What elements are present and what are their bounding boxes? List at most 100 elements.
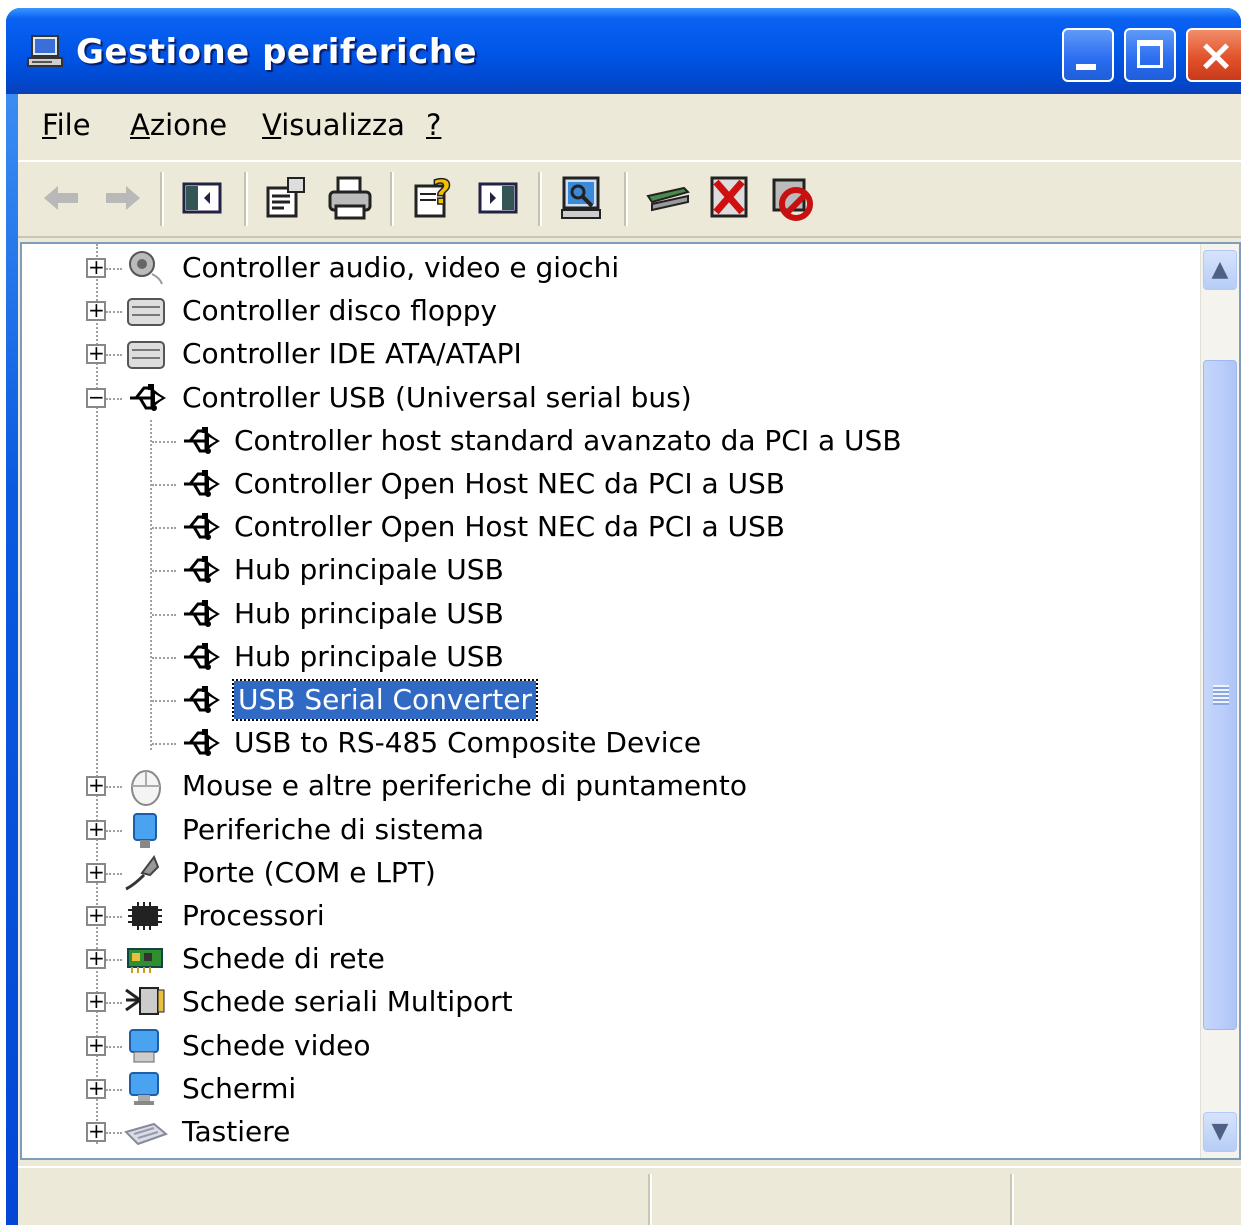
tree-item-label: Schede di rete [182, 942, 385, 976]
tree-item[interactable]: + Schede di rete [22, 939, 1199, 979]
tree-item[interactable]: + Schede video [22, 1026, 1199, 1066]
expand-icon[interactable]: + [86, 948, 106, 970]
processor-icon [128, 902, 162, 930]
usb-icon [184, 642, 220, 670]
tree-connector [152, 570, 176, 573]
back-icon[interactable] [38, 174, 86, 222]
expand-icon[interactable]: + [86, 1035, 106, 1056]
expand-icon[interactable]: + [86, 991, 106, 1013]
system-device-icon [133, 812, 157, 848]
tree-item-label: Controller host standard avanzato da PCI… [234, 423, 902, 457]
tree-item[interactable]: Hub principale USB [22, 637, 1199, 677]
network-card-icon [127, 948, 163, 974]
tree-item[interactable]: Hub principale USB [22, 550, 1199, 590]
tree-connector [152, 656, 176, 659]
menu-help[interactable]: ? [426, 108, 441, 142]
expand-icon[interactable]: + [86, 1078, 106, 1099]
expand-icon[interactable]: + [86, 343, 106, 365]
tree-item[interactable]: + Controller audio, video e giochi [22, 248, 1199, 288]
toolbar-separator [538, 172, 542, 226]
tree-item-label: Hub principale USB [234, 596, 504, 630]
usb-icon [184, 599, 220, 627]
maximize-button[interactable] [1124, 28, 1176, 82]
tree-connector [106, 354, 122, 357]
collapse-icon[interactable]: − [86, 387, 106, 408]
client-area: File Azione Visualizza ? ? + Controller … [18, 94, 1241, 1225]
svg-text:?: ? [432, 174, 452, 213]
tree-item-label: Hub principale USB [234, 639, 504, 673]
tree-item[interactable]: + Tastiere [22, 1112, 1199, 1152]
tree-connector [152, 440, 176, 443]
usb-icon [184, 686, 220, 713]
tree-connector [152, 613, 176, 616]
tree-item[interactable]: Hub principale USB [22, 594, 1199, 634]
close-button[interactable]: × [1186, 28, 1241, 82]
tree-item[interactable]: + Schede seriali Multiport [22, 982, 1199, 1022]
keyboard-icon [124, 1122, 168, 1146]
menu-azione[interactable]: Azione [130, 108, 227, 142]
title-bar[interactable]: Gestione periferiche × [6, 8, 1241, 94]
tree-item[interactable]: − Controller USB (Universal serial bus) [22, 378, 1199, 418]
tree-item[interactable]: + Schermi [22, 1069, 1199, 1109]
uninstall-icon[interactable] [706, 174, 754, 222]
scan-hardware-icon[interactable] [558, 174, 606, 222]
show-hide-tree-icon[interactable] [178, 174, 226, 222]
toolbar: ? [18, 162, 1241, 238]
usb-icon [184, 470, 220, 497]
scroll-down-icon[interactable]: ▼ [1203, 1112, 1237, 1152]
print-icon[interactable] [326, 174, 374, 222]
tree-item[interactable]: + Porte (COM e LPT) [22, 853, 1199, 893]
expand-icon[interactable]: + [86, 1121, 106, 1142]
tree-item[interactable]: + Periferiche di sistema [22, 810, 1199, 850]
menu-file[interactable]: File [42, 108, 91, 142]
expand-icon[interactable]: + [86, 862, 106, 883]
minimize-button[interactable] [1062, 28, 1114, 82]
tree-item[interactable]: Controller Open Host NEC da PCI a USB [22, 507, 1199, 547]
toolbar-separator [244, 172, 248, 226]
expand-icon[interactable]: + [86, 905, 106, 926]
tree-item-label: Controller Open Host NEC da PCI a USB [234, 467, 786, 500]
expand-icon[interactable]: + [86, 257, 106, 278]
minimize-icon [1076, 64, 1096, 70]
vertical-scrollbar[interactable]: ▲ ▼ [1200, 244, 1239, 1158]
update-driver-icon[interactable] [644, 174, 692, 222]
tree-item[interactable]: + Controller disco floppy [22, 291, 1199, 331]
close-icon: × [1197, 30, 1235, 81]
show-hide-pane-icon[interactable] [474, 174, 522, 222]
properties-icon[interactable] [262, 174, 310, 222]
tree-item[interactable]: Controller host standard avanzato da PCI… [22, 421, 1199, 461]
tree-item-label: Schede seriali Multiport [182, 985, 513, 1019]
tree-item[interactable]: USB Serial Converter [22, 679, 1199, 721]
expand-icon[interactable]: + [86, 300, 106, 322]
tree-item-label-selected: USB Serial Converter [232, 679, 538, 721]
tree-connector [152, 700, 176, 702]
tree-item-label: Controller Open Host NEC da PCI a USB [234, 510, 786, 544]
expand-icon[interactable]: + [86, 819, 106, 840]
tree-item[interactable]: + Mouse e altre periferiche di puntamento [22, 766, 1199, 807]
tree-connector [106, 916, 122, 918]
multiport-serial-icon [125, 987, 165, 1016]
scroll-up-icon[interactable]: ▲ [1203, 250, 1237, 290]
floppy-controller-icon [127, 298, 165, 327]
tree-item-label: Controller IDE ATA/ATAPI [182, 337, 522, 371]
tree-item[interactable]: + Controller IDE ATA/ATAPI [22, 334, 1199, 374]
tree-item-label: Tastiere [182, 1115, 291, 1148]
expand-icon[interactable]: + [86, 775, 106, 797]
tree-item-label: Controller audio, video e giochi [182, 251, 620, 284]
menu-file-label: File [42, 108, 91, 142]
forward-icon[interactable] [98, 174, 146, 222]
tree-item[interactable]: Controller Open Host NEC da PCI a USB [22, 464, 1199, 504]
tree-connector [152, 484, 176, 486]
disable-icon[interactable] [768, 174, 816, 222]
scroll-thumb[interactable] [1203, 360, 1237, 1030]
window-title: Gestione periferiche [76, 32, 478, 72]
tree-item[interactable]: USB to RS-485 Composite Device [22, 723, 1199, 763]
toolbar-separator [390, 172, 394, 226]
tree-item[interactable]: + Processori [22, 896, 1199, 936]
tree-connector [106, 786, 122, 789]
device-tree[interactable]: + Controller audio, video e giochi + Contro… [20, 242, 1241, 1160]
tree-item-label: Controller disco floppy [182, 294, 498, 328]
help-icon[interactable]: ? [410, 174, 458, 222]
tree-item-label: Mouse e altre periferiche di puntamento [182, 769, 747, 803]
menu-visualizza[interactable]: Visualizza [262, 108, 405, 142]
